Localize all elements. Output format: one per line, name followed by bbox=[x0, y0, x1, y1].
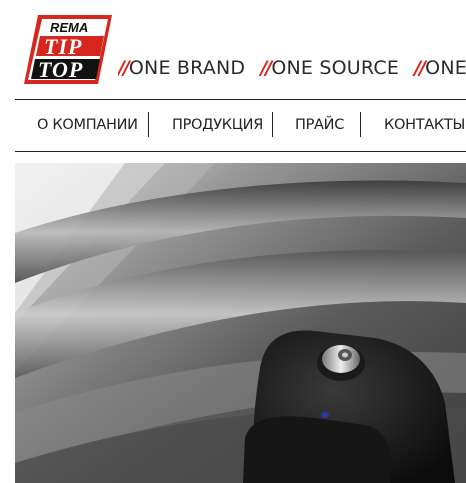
nav-divider bbox=[360, 112, 361, 137]
hero-image bbox=[15, 163, 466, 483]
tagline-separator: // bbox=[260, 57, 272, 79]
brand-tagline: //ONE BRAND //ONE SOURCE //ONE SY bbox=[118, 57, 466, 83]
nav-divider bbox=[272, 112, 273, 137]
nav-item-prices[interactable]: ПРАЙС bbox=[295, 100, 344, 151]
svg-text:TOP: TOP bbox=[38, 57, 83, 82]
svg-text:REMA: REMA bbox=[50, 20, 88, 35]
rema-tip-top-logo[interactable]: REMA TIP TOP bbox=[20, 12, 112, 86]
tagline-item: ONE BRAND bbox=[128, 57, 246, 79]
nav-bottom-divider bbox=[15, 151, 466, 152]
nav-item-products[interactable]: ПРОДУКЦИЯ bbox=[172, 100, 263, 151]
tpms-sensor-photo bbox=[15, 163, 466, 483]
nav-divider bbox=[148, 112, 149, 137]
tagline-item: ONE SOURCE bbox=[271, 57, 400, 79]
tagline-item: ONE SY bbox=[425, 57, 466, 79]
nav-item-contacts[interactable]: КОНТАКТЫ bbox=[384, 100, 465, 151]
main-navigation: О КОМПАНИИ ПРОДУКЦИЯ ПРАЙС КОНТАКТЫ bbox=[15, 100, 466, 151]
nav-item-about[interactable]: О КОМПАНИИ bbox=[37, 100, 138, 151]
tagline-separator: // bbox=[118, 57, 130, 79]
svg-text:TIP: TIP bbox=[44, 34, 82, 59]
tagline-separator: // bbox=[414, 57, 426, 79]
